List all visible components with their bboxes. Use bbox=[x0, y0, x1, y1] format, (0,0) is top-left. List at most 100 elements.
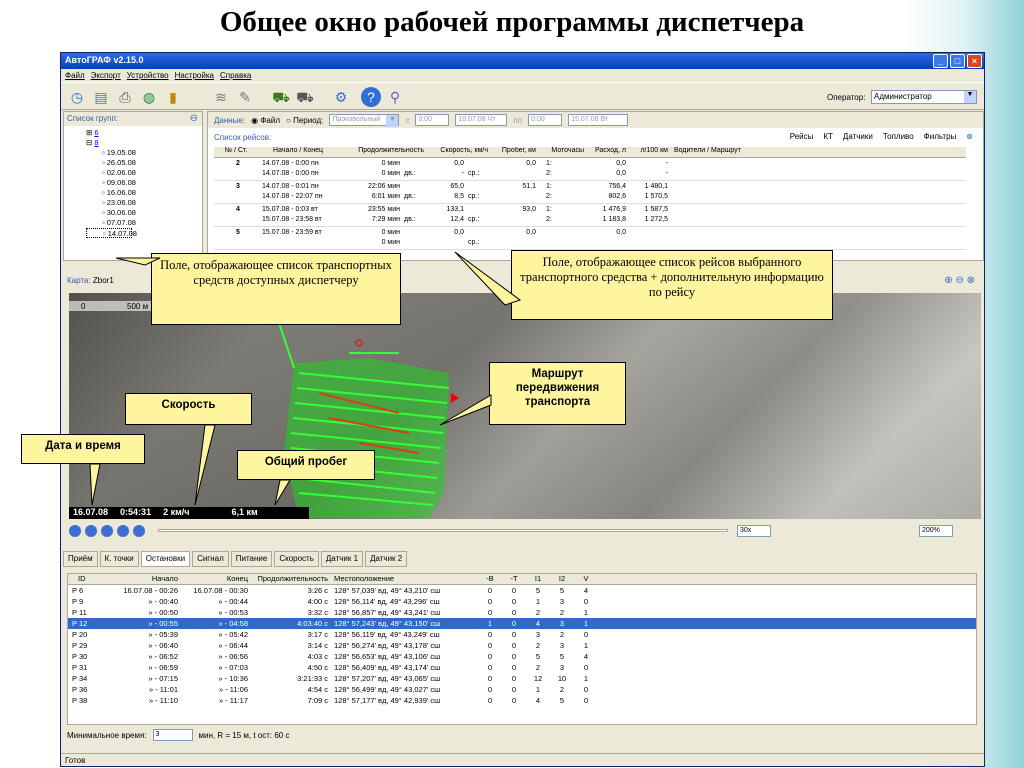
tab-trips[interactable]: Рейсы bbox=[790, 132, 814, 141]
tree-item[interactable]: ▫ 02.06.08 bbox=[86, 168, 202, 178]
tree-item[interactable]: ▫ 09.06.08 bbox=[86, 178, 202, 188]
trip-row[interactable]: 4 15.07.08 - 0:03 вт 15.07.08 - 23:58 вт 2… bbox=[214, 205, 966, 227]
min-time-row: Минимальное время: 3 мин, R = 15 м, t ос… bbox=[67, 729, 290, 741]
maximize-button[interactable]: □ bbox=[950, 54, 965, 68]
document-icon[interactable]: ▤ bbox=[91, 87, 111, 107]
tree-group[interactable]: ⊟ 8 bbox=[86, 138, 202, 148]
tab-reception[interactable]: Приём bbox=[63, 551, 98, 567]
tree-item[interactable]: ▫ 23.06.08 bbox=[86, 198, 202, 208]
stop-row[interactable]: P 6 16.07.08 - 00:26 16.07.08 - 00:30 3:26 … bbox=[68, 585, 976, 596]
tab-kt[interactable]: КТ bbox=[823, 132, 833, 141]
tab-checkpoints[interactable]: К. точки bbox=[99, 551, 139, 567]
prev-icon[interactable] bbox=[85, 525, 97, 537]
tab-fuel[interactable]: Топливо bbox=[883, 132, 914, 141]
stops-table: ID Начало Конец Продолжительность Местоп… bbox=[67, 573, 977, 725]
vehicle-icon[interactable]: ⛟ bbox=[271, 87, 291, 107]
tree-group[interactable]: ⊞ 6 bbox=[86, 128, 202, 138]
menu-help[interactable]: Справка bbox=[220, 71, 251, 80]
minimize-button[interactable]: _ bbox=[933, 54, 948, 68]
from-time[interactable]: 0:00 bbox=[415, 114, 450, 126]
file-radio[interactable]: ◉ Файл bbox=[251, 116, 280, 125]
globe-icon[interactable]: ◍ bbox=[139, 87, 159, 107]
stop-row[interactable]: P 31 » - 06:59 » - 07:03 4:50 с 128° 56,409'… bbox=[68, 662, 976, 673]
period-select[interactable]: Произвольный ▼ bbox=[329, 114, 400, 127]
period-radio[interactable]: ○ Период: bbox=[286, 116, 323, 125]
tree-item[interactable]: ▫ 19.05.08 bbox=[86, 148, 202, 158]
stop-cell: 0 bbox=[487, 652, 493, 661]
printer-icon[interactable]: ⎙ bbox=[115, 87, 135, 107]
stop-row[interactable]: P 11 » - 00:50 » - 00:53 3:32 с 128° 56,857'… bbox=[68, 607, 976, 618]
trip-row[interactable]: 5 15.07.08 - 23:59 вт 0 мин 0 мин 0,0 ср.… bbox=[214, 228, 966, 250]
menu-settings[interactable]: Настройка bbox=[175, 71, 214, 80]
help-icon[interactable]: ? bbox=[361, 87, 381, 107]
layers-icon[interactable]: ≋ bbox=[211, 87, 231, 107]
map-controls[interactable]: ⊕ ⊖ ⊗ bbox=[944, 275, 975, 286]
stop-cell: 3 bbox=[559, 641, 565, 650]
to-time[interactable]: 0:00 bbox=[528, 114, 563, 126]
stop-cell: 4 bbox=[535, 696, 541, 705]
stop-cell: 0 bbox=[487, 608, 493, 617]
from-date[interactable]: 10.07.08 Чт bbox=[455, 114, 508, 126]
stop-cell: 0 bbox=[511, 619, 517, 628]
menu-file[interactable]: Файл bbox=[65, 71, 85, 80]
tree-item-selected[interactable]: ▫ 14.07.08 bbox=[86, 228, 137, 238]
operator-select[interactable]: Администратор ▼ bbox=[871, 90, 977, 104]
tree-item[interactable]: ▫ 07.07.08 bbox=[86, 218, 202, 228]
stop-cell: 3:14 с bbox=[307, 641, 328, 650]
close-button[interactable]: × bbox=[967, 54, 982, 68]
tab-power[interactable]: Питание bbox=[230, 551, 273, 567]
trip-row[interactable]: 3 14.07.08 - 0:01 пн 14.07.08 - 22:07 пн 2… bbox=[214, 182, 966, 204]
title-bar: АвтоГРАФ v2.15.0 _ □ × bbox=[61, 53, 984, 69]
stop-row[interactable]: P 36 » - 11:01 » - 11:06 4:54 с 128° 56,499'… bbox=[68, 684, 976, 695]
tree-item[interactable]: ▫ 16.06.08 bbox=[86, 188, 202, 198]
stop-row[interactable]: P 34 » - 07:15 » - 10:36 3:21:33 с 128° 57,2… bbox=[68, 673, 976, 684]
stop-cell: 2 bbox=[535, 663, 541, 672]
play-icon[interactable] bbox=[101, 525, 113, 537]
tab-speed[interactable]: Скорость bbox=[274, 551, 319, 567]
trip-cell-km: 0,0 bbox=[526, 160, 536, 167]
stop-row[interactable]: P 30 » - 06:52 » - 06:56 4:03 с 128° 56,653'… bbox=[68, 651, 976, 662]
tab-sensors[interactable]: Датчики bbox=[843, 132, 873, 141]
search-icon[interactable]: ⚲ bbox=[385, 87, 405, 107]
trip-cell-times: 15.07.08 - 0:03 вт 15.07.08 - 23:58 вт bbox=[262, 206, 322, 223]
trip-cell-dur: 23:55 мин 7:29 мин bbox=[367, 206, 400, 223]
stop-cell: 0 bbox=[487, 586, 493, 595]
menu-export[interactable]: Экспорт bbox=[91, 71, 121, 80]
stop-row[interactable]: P 9 » - 00:40 » - 00:44 4:00 с 128° 56,114' … bbox=[68, 596, 976, 607]
stop-cell: 5 bbox=[559, 696, 565, 705]
menu-device[interactable]: Устройство bbox=[127, 71, 169, 80]
tab-stops[interactable]: Остановки bbox=[140, 551, 191, 567]
trip-cell-fuel: 1 476,9 1 183,8 bbox=[602, 206, 626, 223]
stop-cell: » - 06:44 bbox=[218, 641, 248, 650]
stop-row[interactable]: P 38 » - 11:10 » - 11:17 7:09 с 128° 57,177'… bbox=[68, 695, 976, 706]
tree-item[interactable]: ▫ 30.06.08 bbox=[86, 208, 202, 218]
pen-icon[interactable]: ✎ bbox=[235, 87, 255, 107]
next-icon[interactable] bbox=[117, 525, 129, 537]
tree-item[interactable]: ▫ 26.05.08 bbox=[86, 158, 202, 168]
tab-filters[interactable]: Фильтры bbox=[924, 132, 957, 141]
tab-sensor1[interactable]: Датчик 1 bbox=[320, 551, 364, 567]
tab-signal[interactable]: Сигнал bbox=[192, 551, 229, 567]
trip-row[interactable]: 2 14.07.08 - 0:00 пн 14.07.08 - 0:00 пн 0 … bbox=[214, 159, 966, 181]
end-icon[interactable] bbox=[133, 525, 145, 537]
callout-mileage: Общий пробег bbox=[237, 450, 375, 480]
tools-icon[interactable]: ⚙ bbox=[331, 87, 351, 107]
trip-cell-sp: ср.: bbox=[468, 193, 480, 200]
timeline-slider[interactable] bbox=[158, 529, 728, 532]
stop-cell: » - 00:40 bbox=[148, 597, 178, 606]
to-date[interactable]: 15.07.08 Вт bbox=[568, 114, 629, 126]
device-icon[interactable]: ▮ bbox=[163, 87, 183, 107]
collapse-icon[interactable]: ⊖ bbox=[190, 113, 198, 124]
stop-row[interactable]: P 20 » - 05:39 » - 05:42 3:17 с 128° 56,119'… bbox=[68, 629, 976, 640]
tab-sensor2[interactable]: Датчик 2 bbox=[365, 551, 408, 567]
truck-icon[interactable]: ⛟ bbox=[295, 87, 315, 107]
rewind-icon[interactable] bbox=[69, 525, 81, 537]
min-time-input[interactable]: 3 bbox=[152, 729, 193, 741]
trip-cell-fuel: 0,0 0,0 bbox=[616, 160, 626, 177]
zoom-select[interactable]: 200% bbox=[919, 525, 953, 537]
collapse-icon[interactable]: ⊗ bbox=[966, 132, 973, 141]
speed-select[interactable]: 30x bbox=[737, 525, 771, 537]
stop-row[interactable]: P 29 » - 06:40 » - 06:44 3:14 с 128° 56,274'… bbox=[68, 640, 976, 651]
stop-row[interactable]: P 12 » - 00:55 » - 04:58 4:03:40 с 128° 57,2… bbox=[68, 618, 976, 629]
clock-icon[interactable]: ◷ bbox=[67, 87, 87, 107]
